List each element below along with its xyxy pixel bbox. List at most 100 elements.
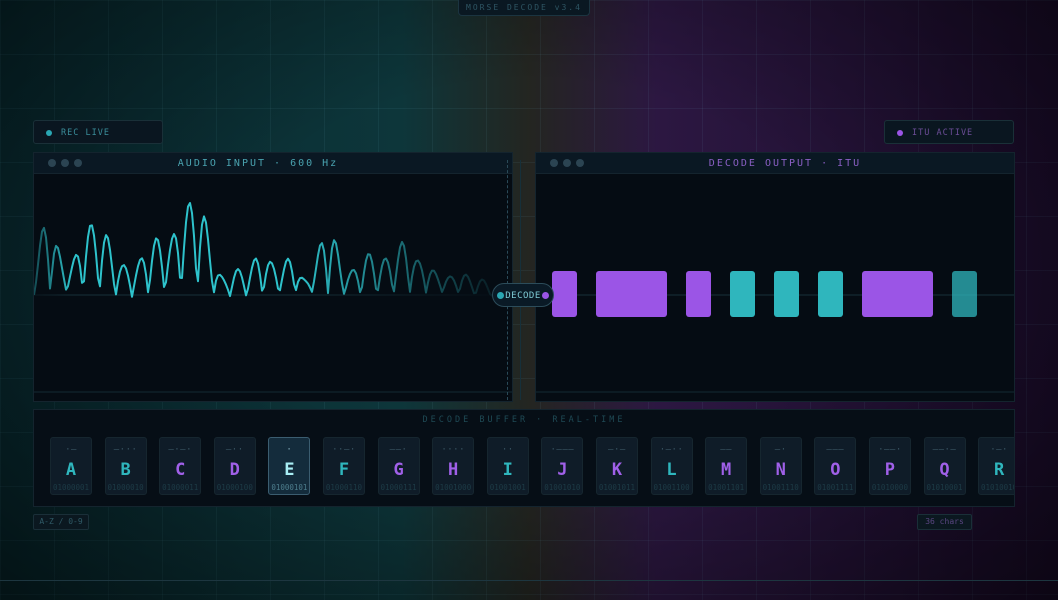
waveform-fade (34, 214, 512, 374)
char-letter: F (338, 460, 350, 480)
char-morse-code: · (286, 445, 293, 455)
char-binary: 01000100 (216, 483, 253, 492)
char-binary: 01001001 (489, 483, 526, 492)
char-letter: I (502, 460, 513, 480)
char-binary: 01010001 (926, 483, 963, 492)
char-letter: E (284, 460, 295, 480)
char-binary: 01001000 (435, 483, 472, 492)
char-morse-code: —· (774, 445, 787, 455)
char-binary: 01001110 (762, 483, 799, 492)
char-morse-code: ·— (65, 445, 77, 455)
char-letter: G (393, 460, 404, 480)
char-binary: 01000001 (52, 483, 90, 492)
charset-label: A-Z / 0-9 (33, 514, 89, 530)
rec-live-label: REC LIVE (61, 128, 110, 138)
char-letter: M (721, 460, 732, 480)
morse-dit-mark (552, 271, 577, 317)
morse-dah-mark (596, 271, 667, 317)
split-divider (507, 160, 510, 400)
char-morse-code: ·· (501, 445, 514, 455)
decode-button[interactable]: DECODE (492, 283, 554, 307)
waveform-plot (34, 202, 512, 393)
itu-active-label: ITU ACTIVE (912, 128, 974, 138)
char-binary: 01001100 (653, 483, 690, 492)
char-letter: O (830, 460, 841, 480)
char-chip-q[interactable]: ——·— Q 01010001 (923, 437, 966, 495)
char-chip-b[interactable]: —··· B 01000010 (104, 437, 147, 495)
decode-buffer: DECODE BUFFER · REAL-TIME ·— A 01000001 —··… (33, 409, 1015, 507)
char-chip-p[interactable]: ·——· P 01010000 (868, 437, 911, 495)
morse-dit-mark (686, 271, 711, 317)
char-chip-i[interactable]: ·· I 01001001 (486, 437, 529, 495)
morse-dit-mark (952, 271, 977, 317)
char-chip-o[interactable]: ——— O 01001111 (814, 437, 857, 495)
char-morse-code: ·—· (990, 445, 1008, 455)
itu-indicator-icon (897, 130, 903, 136)
char-binary: 01001011 (598, 483, 635, 492)
char-morse-code: ——· (389, 445, 408, 455)
char-morse-code: —··· (113, 445, 138, 455)
rec-indicator-icon (46, 130, 52, 136)
char-letter: J (557, 460, 568, 480)
char-chip-n[interactable]: —· N 01001110 (759, 437, 802, 495)
buffer-title: DECODE BUFFER · REAL-TIME (422, 415, 626, 425)
decode-label: DECODE (505, 291, 541, 301)
char-binary: 01000101 (271, 483, 308, 492)
char-letter: L (666, 460, 677, 480)
char-morse-code: ·——— (550, 445, 575, 455)
char-chip-d[interactable]: —·· D 01000100 (213, 437, 256, 495)
morse-dit-mark (730, 271, 755, 317)
morse-dah-mark (862, 271, 933, 317)
char-chip-a[interactable]: ·— A 01000001 (50, 437, 92, 495)
buffer-chars: ·— A 01000001 —··· B 01000010 —·—· C 01000011 —··… (50, 437, 1015, 495)
char-binary: 01000111 (380, 483, 417, 492)
char-chip-l[interactable]: ·—·· L 01001100 (650, 437, 693, 495)
bottom-rule (0, 580, 1058, 581)
char-count: 36 chars (917, 514, 972, 530)
char-binary: 01001111 (817, 483, 854, 492)
char-morse-code: ··—· (332, 445, 356, 455)
input-node-icon (497, 292, 504, 299)
morse-dit-mark (774, 271, 799, 317)
char-letter: D (229, 460, 240, 480)
char-chip-r[interactable]: ·—· R 01010010 (978, 437, 1015, 495)
char-morse-code: —— (720, 445, 733, 455)
audio-panel-header: AUDIO INPUT · 600 Hz (34, 153, 512, 174)
char-binary: 01000110 (325, 483, 363, 492)
char-chip-e[interactable]: · E 01000101 (268, 437, 311, 495)
char-binary: 01000010 (107, 483, 144, 492)
char-letter: H (448, 460, 459, 480)
char-chip-k[interactable]: —·— K 01001011 (595, 437, 638, 495)
app-title: MORSE DECODE v3.4 (458, 0, 590, 16)
char-chip-f[interactable]: ··—· F 01000110 (322, 437, 365, 495)
char-binary: 01010010 (981, 483, 1015, 492)
decode-output-panel: DECODE OUTPUT · ITU (535, 152, 1015, 402)
char-morse-code: ·——· (878, 445, 902, 455)
char-chip-g[interactable]: ——· G 01000111 (377, 437, 420, 495)
char-letter: K (611, 460, 623, 480)
char-letter: R (993, 460, 1005, 480)
char-chip-c[interactable]: —·—· C 01000011 (159, 437, 202, 495)
char-chip-h[interactable]: ···· H 01001000 (432, 437, 475, 495)
char-binary: 01000011 (162, 483, 199, 492)
audio-input-panel: AUDIO INPUT · 600 Hz (33, 152, 513, 402)
morse-output-plot (536, 271, 1014, 393)
char-chip-m[interactable]: —— M 01001101 (705, 437, 748, 495)
itu-active-badge: ITU ACTIVE (884, 120, 1014, 144)
char-chip-j[interactable]: ·——— J 01001010 (541, 437, 584, 495)
char-morse-code: —·—· (168, 445, 193, 455)
split-divider-line (520, 160, 521, 400)
char-letter: N (775, 460, 786, 480)
char-letter: Q (939, 460, 950, 480)
morse-dit-mark (818, 271, 843, 317)
char-binary: 01001101 (708, 483, 745, 492)
char-morse-code: —·· (225, 445, 244, 455)
rec-live-badge: REC LIVE (33, 120, 163, 144)
char-morse-code: —·— (608, 445, 626, 455)
output-panel-header: DECODE OUTPUT · ITU (536, 153, 1014, 174)
char-letter: P (884, 460, 896, 480)
audio-panel-title: AUDIO INPUT · 600 Hz (177, 158, 339, 169)
char-morse-code: ——— (826, 445, 845, 455)
output-node-icon (542, 292, 549, 299)
output-panel-title: DECODE OUTPUT · ITU (708, 158, 862, 169)
